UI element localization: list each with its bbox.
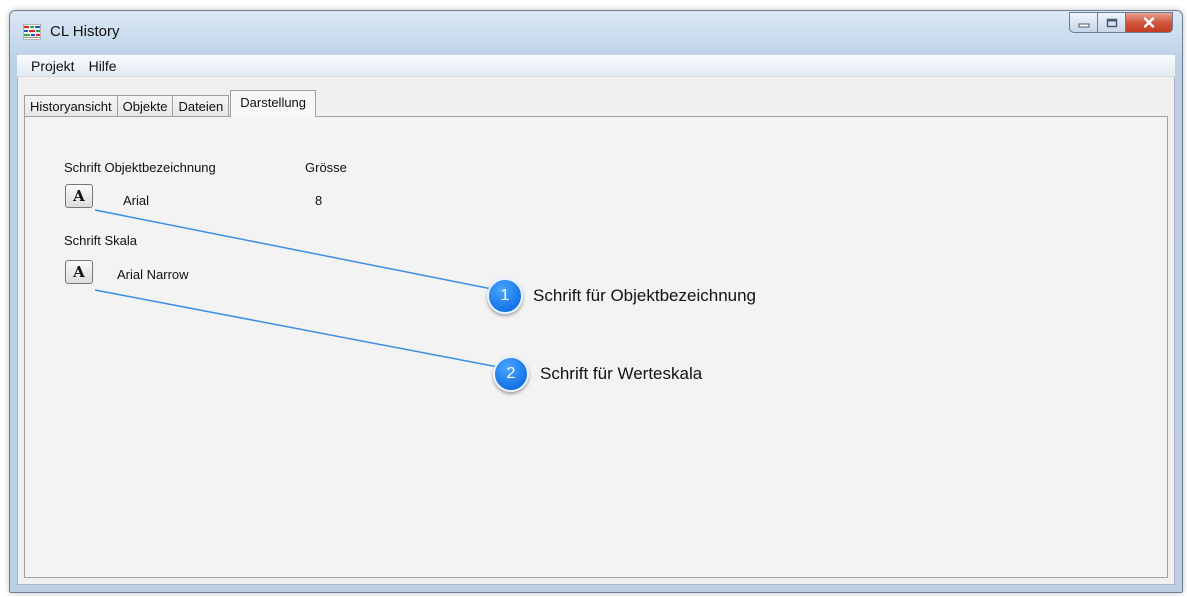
scale-font-label: Schrift Skala [64, 233, 137, 248]
minimize-button[interactable] [1069, 12, 1098, 33]
scale-font-button[interactable]: A [65, 260, 93, 284]
tab-darstellung[interactable]: Darstellung [230, 90, 317, 117]
title-bar[interactable]: CL History [10, 11, 1182, 51]
client-area: Historyansicht Objekte Dateien Darstellu… [17, 77, 1175, 585]
object-font-size: 8 [315, 193, 323, 208]
callout-2-badge: 2 [493, 356, 529, 392]
tab-historyansicht[interactable]: Historyansicht [24, 95, 118, 117]
grid-chart-icon [23, 24, 41, 40]
callout-1-text: Schrift für Objektbezeichnung [533, 286, 757, 305]
object-font-label: Schrift Objektbezeichnung [64, 160, 216, 175]
menu-hilfe[interactable]: Hilfe [89, 58, 117, 74]
menu-bar: Projekt Hilfe [17, 55, 1175, 77]
darstellung-panel: Schrift Objektbezeichnung Grösse A Arial… [24, 116, 1168, 578]
tab-strip: Historyansicht Objekte Dateien Darstellu… [24, 90, 317, 117]
size-label: Grösse [305, 160, 347, 175]
maximize-icon [1106, 18, 1117, 27]
object-font-button[interactable]: A [65, 184, 93, 208]
menu-projekt[interactable]: Projekt [31, 58, 75, 74]
caption-buttons [1069, 12, 1173, 34]
scale-font-name: Arial Narrow [117, 267, 189, 282]
tab-objekte[interactable]: Objekte [116, 95, 174, 117]
window-title: CL History [50, 23, 120, 40]
callout-1-badge: 1 [487, 278, 523, 314]
object-font-name: Arial [123, 193, 150, 208]
maximize-button[interactable] [1098, 12, 1126, 33]
tab-dateien[interactable]: Dateien [172, 95, 230, 117]
minimize-icon [1078, 23, 1089, 27]
close-icon [1143, 17, 1155, 28]
close-button[interactable] [1126, 12, 1173, 33]
callout-2-text: Schrift für Werteskala [540, 364, 703, 383]
